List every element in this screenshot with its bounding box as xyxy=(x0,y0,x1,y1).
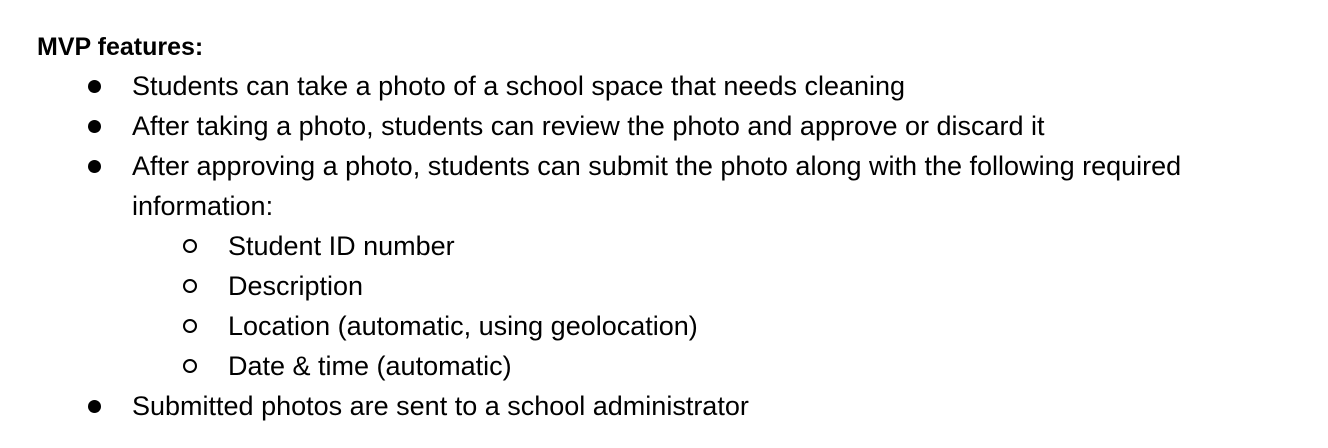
list-item: Students can take a photo of a school sp… xyxy=(132,71,906,101)
sub-list-item: Location (automatic, using geolocation) xyxy=(228,311,698,341)
bullet-icon xyxy=(84,149,104,183)
list-item-continuation: information: xyxy=(132,191,274,221)
list-item: After taking a photo, students can revie… xyxy=(132,111,1045,141)
list-item: Submitted photos are sent to a school ad… xyxy=(132,391,749,421)
bullet-icon xyxy=(84,109,104,143)
sub-list-item: Student ID number xyxy=(228,231,455,261)
section-heading: MVP features: xyxy=(37,33,204,61)
circle-bullet-icon xyxy=(180,349,200,383)
list-item: After approving a photo, students can su… xyxy=(132,151,1182,181)
bullet-icon xyxy=(84,69,104,103)
circle-bullet-icon xyxy=(180,309,200,343)
sub-list-item: Date & time (automatic) xyxy=(228,351,512,381)
sub-list-item: Description xyxy=(228,271,364,301)
circle-bullet-icon xyxy=(180,229,200,263)
circle-bullet-icon xyxy=(180,269,200,303)
bullet-icon xyxy=(84,389,104,423)
document: MVP features: Students can take a photo … xyxy=(0,0,1328,448)
